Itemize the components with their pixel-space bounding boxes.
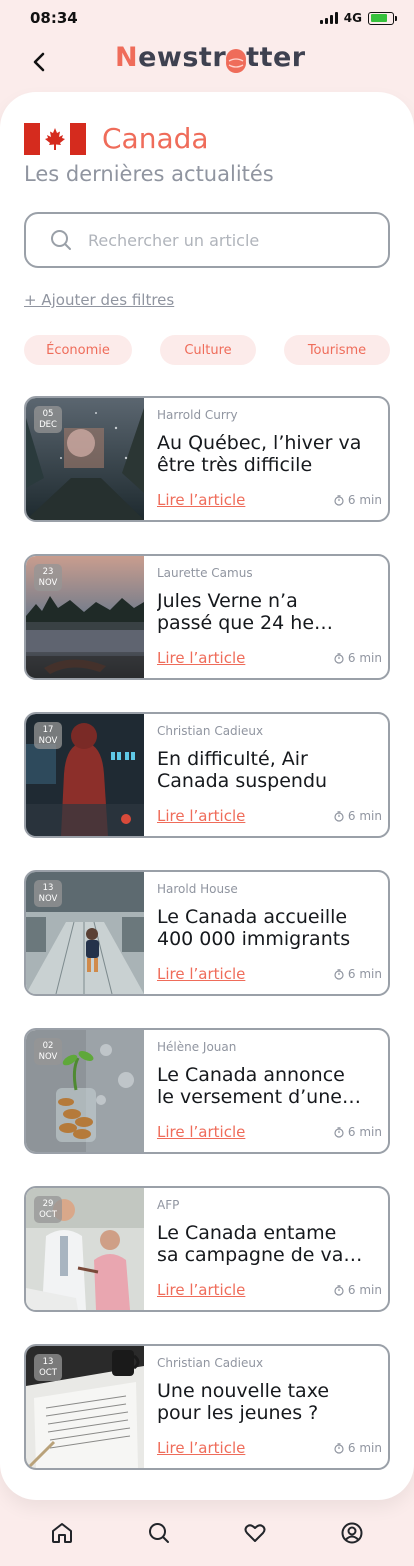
article-image-airport: 17 NOV: [26, 714, 144, 836]
article-author: Harold House: [157, 882, 238, 896]
heart-icon: [244, 1524, 266, 1542]
article-title: Au Québec, l’hiver va être très difficile: [157, 432, 362, 476]
country-header: Canada: [24, 122, 209, 155]
signal-icon: [319, 12, 338, 24]
search-input[interactable]: [88, 230, 348, 250]
article-card[interactable]: 13 NOV Harold House Le Canada accueille 40…: [24, 870, 390, 996]
read-time: 6 min: [334, 967, 382, 981]
read-article-link[interactable]: Lire l’article: [157, 1439, 245, 1457]
back-button[interactable]: [26, 48, 54, 76]
timer-icon: [334, 1442, 344, 1454]
article-card[interactable]: 13 OCT Christian Cadieux Une nouvelle tax…: [24, 1344, 390, 1470]
article-title: Le Canada entame sa campagne de va…: [157, 1222, 363, 1266]
article-image-lake: 23 NOV: [26, 556, 144, 678]
chevron-left-icon: [33, 52, 45, 72]
article-card[interactable]: 23 NOV Laurette Camus Jules Verne n’a pass…: [24, 554, 390, 680]
article-author: Laurette Camus: [157, 566, 253, 580]
read-article-link[interactable]: Lire l’article: [157, 965, 245, 983]
read-time: 6 min: [334, 809, 382, 823]
nav-home[interactable]: [40, 1511, 84, 1555]
nav-search[interactable]: [137, 1511, 181, 1555]
timer-icon: [334, 1126, 344, 1138]
date-badge: 23 NOV: [34, 564, 62, 591]
battery-icon: [368, 11, 397, 25]
read-time: 6 min: [334, 1125, 382, 1139]
date-badge: 13 OCT: [34, 1354, 62, 1381]
timer-icon: [334, 810, 344, 822]
nav-favorites[interactable]: [233, 1511, 277, 1555]
page-subtitle: Les dernières actualités: [24, 162, 274, 186]
timer-icon: [334, 968, 344, 980]
article-card[interactable]: 29 OCT AFP Le Canada entame sa campagne de…: [24, 1186, 390, 1312]
chip-economie[interactable]: Économie: [24, 335, 132, 365]
article-author: Christian Cadieux: [157, 1356, 264, 1370]
app-header: Newstr tter: [0, 36, 414, 86]
filter-chips: Économie Culture Tourisme: [24, 335, 390, 365]
article-card[interactable]: 05 DEC Harrold Curry Au Québec, l’hiver v…: [24, 396, 390, 522]
article-title: Le Canada accueille 400 000 immigrants: [157, 906, 351, 950]
read-article-link[interactable]: Lire l’article: [157, 1123, 245, 1141]
date-badge: 17 NOV: [34, 722, 62, 749]
article-image-tax-forms: 13 OCT: [26, 1346, 144, 1468]
article-title: Le Canada annonce le versement d’une…: [157, 1064, 361, 1108]
article-title: Jules Verne n’a passé que 24 he…: [157, 590, 334, 634]
timer-icon: [334, 1284, 344, 1296]
network-type: 4G: [343, 11, 362, 25]
home-icon: [52, 1523, 73, 1543]
article-title: En difficulté, Air Canada suspendu: [157, 748, 328, 792]
chip-tourisme[interactable]: Tourisme: [284, 335, 390, 365]
date-badge: 02 NOV: [34, 1038, 62, 1065]
article-title: Une nouvelle taxe pour les jeunes ?: [157, 1380, 330, 1424]
read-time: 6 min: [334, 651, 382, 665]
date-badge: 05 DEC: [34, 406, 62, 433]
timer-icon: [334, 494, 344, 506]
nav-profile[interactable]: [330, 1511, 374, 1555]
logo-text-part1: ewstr: [138, 42, 227, 73]
search-bar[interactable]: [24, 212, 390, 268]
search-icon: [51, 230, 71, 250]
profile-icon: [341, 1522, 363, 1544]
article-author: Hélène Jouan: [157, 1040, 237, 1054]
timer-icon: [334, 652, 344, 664]
status-indicators: 4G: [319, 11, 397, 25]
article-image-coins-jar: 02 NOV: [26, 1030, 144, 1152]
article-card[interactable]: 02 NOV Hélène Jouan Le Canada annonce le v…: [24, 1028, 390, 1154]
chip-culture[interactable]: Culture: [160, 335, 256, 365]
read-article-link[interactable]: Lire l’article: [157, 649, 245, 667]
logo-initial: N: [115, 42, 139, 73]
main-content: Canada Les dernières actualités + Ajoute…: [0, 92, 414, 1500]
status-bar: 08:34 4G: [0, 0, 414, 36]
date-badge: 29 OCT: [34, 1196, 62, 1223]
article-image-doctor-patient: 29 OCT: [26, 1188, 144, 1310]
article-author: Harrold Curry: [157, 408, 238, 422]
date-badge: 13 NOV: [34, 880, 62, 907]
article-card[interactable]: 17 NOV Christian Cadieux En difficulté, A…: [24, 712, 390, 838]
read-time: 6 min: [334, 1441, 382, 1455]
article-image-winter-street: 05 DEC: [26, 398, 144, 520]
article-image-child-airport: 13 NOV: [26, 872, 144, 994]
maple-leaf-icon: [45, 127, 65, 150]
read-time: 6 min: [334, 493, 382, 507]
search-icon: [148, 1523, 169, 1543]
logo-text-part2: tter: [246, 42, 306, 73]
status-time: 08:34: [30, 9, 78, 27]
read-time: 6 min: [334, 1283, 382, 1297]
country-name: Canada: [102, 122, 209, 155]
read-article-link[interactable]: Lire l’article: [157, 491, 245, 509]
canada-flag: [24, 122, 86, 155]
bottom-navigation: [0, 1500, 414, 1566]
read-article-link[interactable]: Lire l’article: [157, 1281, 245, 1299]
newstrotter-logo: Newstr tter: [115, 42, 306, 73]
add-filters-link[interactable]: + Ajouter des filtres: [24, 291, 174, 309]
article-author: AFP: [157, 1198, 180, 1212]
article-author: Christian Cadieux: [157, 724, 264, 738]
globe-icon: [226, 48, 247, 73]
read-article-link[interactable]: Lire l’article: [157, 807, 245, 825]
